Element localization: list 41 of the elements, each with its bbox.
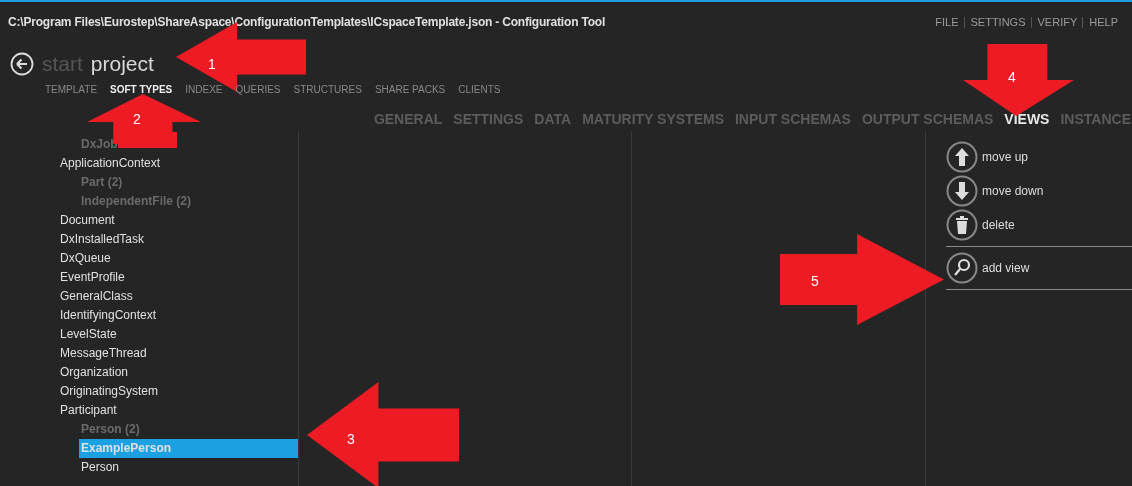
tree-item[interactable]: ApplicationContext: [60, 154, 298, 173]
tab[interactable]: VIEWS: [1004, 111, 1050, 127]
arrow-down-icon: [946, 175, 978, 207]
tree-item[interactable]: GeneralClass: [60, 287, 298, 306]
tree-item[interactable]: OriginatingSystem: [60, 382, 298, 401]
annotation-number: 3: [347, 431, 355, 447]
search-icon: [946, 252, 978, 284]
arrow-up-icon: [946, 141, 978, 173]
tab[interactable]: TEMPLATE: [45, 84, 98, 95]
action-button[interactable]: move up: [946, 140, 1132, 174]
menu-item[interactable]: FILE: [935, 16, 959, 28]
tree-item[interactable]: EventProfile: [60, 268, 298, 287]
breadcrumb-link[interactable]: project: [90, 52, 154, 76]
window-title: C:\Program Files\Eurostep\ShareAspace\ConfigurationTemplates\ICspaceTemplate.json - Configuration Tool: [8, 15, 606, 29]
tab[interactable]: SOFT TYPES: [110, 84, 173, 95]
action-button[interactable]: delete: [946, 208, 1132, 242]
annotation-number: 5: [811, 273, 819, 289]
tree-item[interactable]: MessageThread: [60, 344, 298, 363]
annotation-number: 4: [1008, 69, 1016, 85]
annotation-number: 1: [208, 56, 216, 72]
tab[interactable]: SHARE PACKS: [374, 84, 446, 95]
tree-item[interactable]: IdentifyingContext: [60, 306, 298, 325]
tab[interactable]: CLIENTS: [458, 84, 501, 95]
tree-item[interactable]: Document: [60, 211, 298, 230]
action-button[interactable]: add view: [946, 251, 1132, 285]
tab[interactable]: STRUCTURES: [293, 84, 362, 95]
back-icon[interactable]: [10, 52, 34, 76]
tree-item[interactable]: Participant: [60, 401, 298, 420]
tab[interactable]: QUERIES: [235, 84, 281, 95]
trash-icon: [946, 209, 978, 241]
menu-item[interactable]: HELP: [1082, 16, 1118, 28]
action-button[interactable]: move down: [946, 174, 1132, 208]
annotation-number: 2: [133, 111, 141, 127]
tree-item[interactable]: Organization: [60, 363, 298, 382]
tree-item[interactable]: Person: [79, 458, 298, 477]
menu-item[interactable]: VERIFY: [1030, 16, 1078, 28]
tree-item[interactable]: DxInstalledTask: [60, 230, 298, 249]
menu-item[interactable]: SETTINGS: [963, 16, 1026, 28]
tab[interactable]: INDEXE: [185, 84, 223, 95]
tree-item[interactable]: DxQueue: [60, 249, 298, 268]
tree-item[interactable]: LevelState: [60, 325, 298, 344]
